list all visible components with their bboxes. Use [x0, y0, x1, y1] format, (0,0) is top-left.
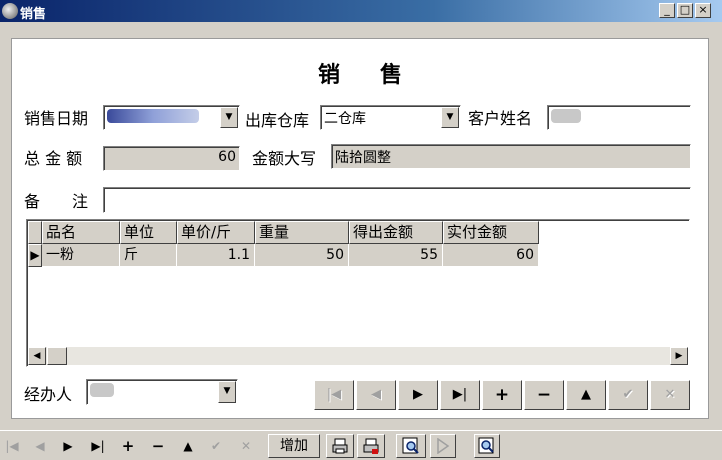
sales-form: 销售 销售日期 ▼ 出库仓库 二仓库 ▼ 客户姓名 总 金 额 60 金额大写 …: [11, 38, 709, 419]
cell-unit[interactable]: 斤: [120, 244, 177, 267]
sales-grid[interactable]: 品名 单位 单价/斤 重量 得出金额 实付金额 ▶ 一粉 斤 1.1 50 55…: [26, 219, 690, 367]
scroll-left-icon[interactable]: ◀: [28, 347, 46, 365]
tb-edit-button[interactable]: ▲: [180, 435, 196, 457]
bottom-toolbar: |◀ ◀ ▶ ▶| + − ▲ ✔ ✕ 增加: [0, 430, 722, 460]
customer-value: [551, 109, 581, 123]
warehouse-combo[interactable]: 二仓库 ▼: [320, 105, 461, 130]
table-row[interactable]: ▶ 一粉 斤 1.1 50 55 60: [28, 244, 539, 267]
print-preview-icon[interactable]: [357, 434, 385, 458]
tb-insert-button[interactable]: +: [120, 435, 136, 457]
tb-delete-button[interactable]: −: [150, 435, 166, 457]
cell-amount[interactable]: 55: [349, 244, 443, 267]
nav-next-button[interactable]: ▶: [398, 380, 438, 410]
grid-header: 品名 单位 单价/斤 重量 得出金额 实付金额: [28, 221, 539, 244]
play-icon[interactable]: [430, 434, 456, 458]
nav-last-button[interactable]: ▶|: [440, 380, 480, 410]
zoom-icon[interactable]: [396, 434, 426, 458]
tb-first-button[interactable]: |◀: [4, 435, 20, 457]
nav-insert-button[interactable]: +: [482, 380, 522, 410]
handler-value: [90, 383, 114, 397]
cell-name[interactable]: 一粉: [42, 244, 120, 267]
tb-last-button[interactable]: ▶|: [88, 435, 108, 457]
add-button[interactable]: 增加: [268, 434, 320, 458]
nav-delete-button[interactable]: −: [524, 380, 564, 410]
nav-edit-button[interactable]: ▲: [566, 380, 606, 410]
total-label: 总 金 额: [24, 149, 83, 168]
warehouse-label: 出库仓库: [245, 111, 310, 130]
total-words-label: 金额大写: [252, 149, 317, 168]
column-header[interactable]: 单位: [120, 221, 177, 244]
nav-cancel-button[interactable]: ✕: [650, 380, 690, 410]
search-icon[interactable]: [474, 434, 500, 458]
row-indicator-icon: ▶: [28, 244, 42, 267]
app-icon[interactable]: [2, 3, 18, 19]
sale-date-value: [107, 109, 199, 123]
handler-combo[interactable]: ▼: [86, 379, 238, 405]
nav-first-button[interactable]: |◀: [314, 380, 354, 410]
total-field[interactable]: 60: [103, 146, 240, 171]
grid-corner: [28, 221, 42, 244]
scroll-thumb[interactable]: [47, 347, 67, 365]
cell-paid[interactable]: 60: [443, 244, 539, 267]
column-header[interactable]: 品名: [42, 221, 120, 244]
tb-prev-button[interactable]: ◀: [32, 435, 48, 457]
form-heading: 销售: [317, 63, 442, 88]
sale-date-label: 销售日期: [24, 109, 89, 128]
cell-price[interactable]: 1.1: [177, 244, 255, 267]
scroll-right-icon[interactable]: ▶: [670, 347, 688, 365]
tb-post-button[interactable]: ✔: [208, 435, 224, 457]
column-header[interactable]: 得出金额: [349, 221, 443, 244]
maximize-button[interactable]: □: [677, 3, 693, 18]
chevron-down-icon[interactable]: ▼: [220, 107, 238, 128]
tb-cancel-button[interactable]: ✕: [238, 435, 254, 457]
column-header[interactable]: 实付金额: [443, 221, 539, 244]
chevron-down-icon[interactable]: ▼: [218, 381, 236, 403]
column-header[interactable]: 重量: [255, 221, 349, 244]
sale-date-combo[interactable]: ▼: [103, 105, 240, 130]
nav-post-button[interactable]: ✔: [608, 380, 648, 410]
customer-field[interactable]: [547, 105, 691, 130]
warehouse-value: 二仓库: [324, 111, 366, 127]
title-bar: 销售 _ □ ×: [0, 0, 722, 22]
horizontal-scrollbar[interactable]: ◀ ▶: [28, 347, 688, 365]
close-button[interactable]: ×: [695, 3, 711, 18]
chevron-down-icon[interactable]: ▼: [441, 107, 459, 128]
cell-weight[interactable]: 50: [255, 244, 349, 267]
customer-label: 客户姓名: [468, 109, 533, 128]
minimize-button[interactable]: _: [659, 3, 675, 18]
nav-prev-button[interactable]: ◀: [356, 380, 396, 410]
handler-label: 经办人: [24, 385, 73, 404]
window-title: 销售: [20, 7, 47, 22]
print-icon[interactable]: [326, 434, 354, 458]
remark-label: 备 注: [24, 192, 89, 211]
total-words-field[interactable]: 陆拾圆整: [331, 144, 691, 169]
column-header[interactable]: 单价/斤: [177, 221, 255, 244]
remark-field[interactable]: [103, 187, 691, 213]
tb-next-button[interactable]: ▶: [60, 435, 76, 457]
